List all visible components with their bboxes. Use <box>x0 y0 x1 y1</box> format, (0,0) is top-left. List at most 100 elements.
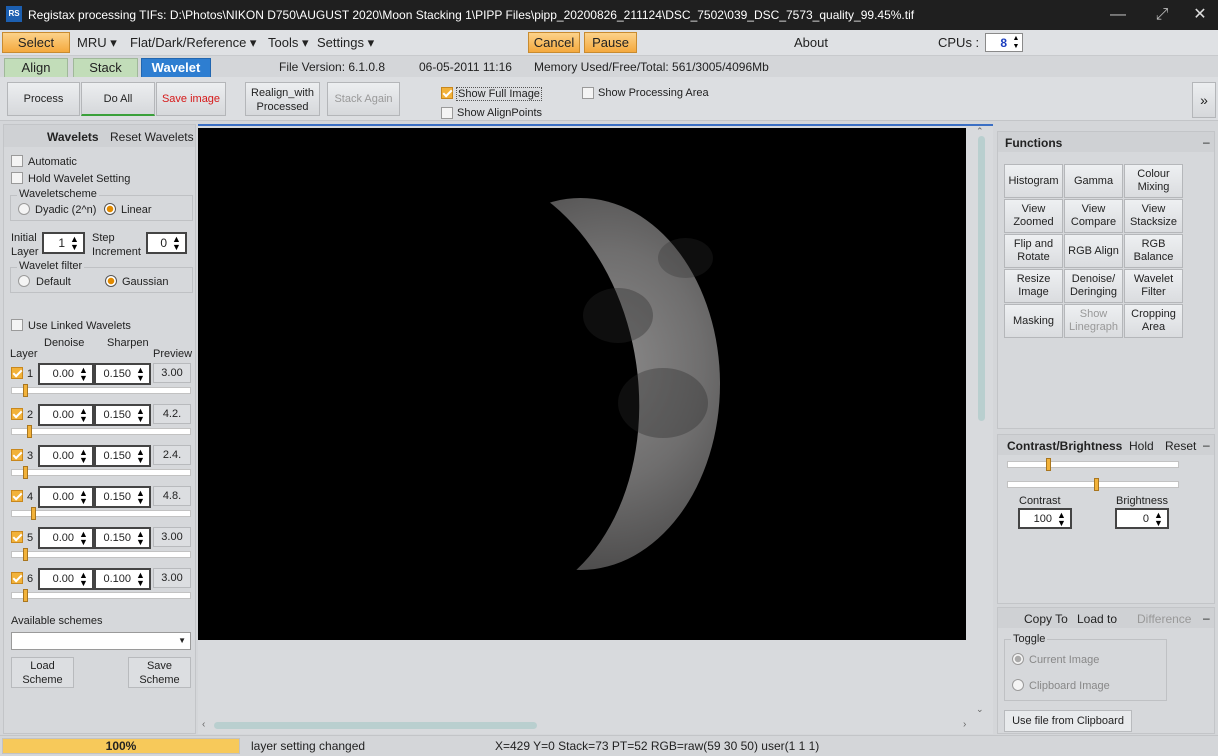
layer-slider[interactable] <box>11 548 191 561</box>
spin-arrows-icon[interactable]: ▲ ▼ <box>133 366 148 383</box>
layer-enable-checkbox[interactable] <box>11 531 23 546</box>
automatic-checkbox[interactable] <box>11 155 23 170</box>
slider-thumb[interactable] <box>23 589 28 602</box>
load-to-button[interactable]: Load to <box>1077 612 1117 626</box>
scroll-up-icon[interactable]: ⌃ <box>976 126 984 137</box>
save-scheme-button[interactable]: Save Scheme <box>128 657 191 688</box>
checkbox-checked-icon[interactable] <box>11 367 23 379</box>
sharpen-spinner[interactable]: 0.150 ▲ ▼ <box>94 527 151 549</box>
denoise-spinner[interactable]: 0.00 ▲ ▼ <box>38 404 94 426</box>
load-scheme-button[interactable]: Load Scheme <box>11 657 74 688</box>
spin-arrows-icon[interactable]: ▲ ▼ <box>1054 511 1069 528</box>
radio-selected-icon[interactable] <box>105 275 117 287</box>
cpus-spinner[interactable]: 8 ▲ ▼ <box>985 33 1023 52</box>
brightness-slider[interactable] <box>1007 478 1179 491</box>
denoise-spinner[interactable]: 0.00 ▲ ▼ <box>38 363 94 385</box>
checkbox-icon[interactable] <box>441 107 453 119</box>
gaussian-radio[interactable] <box>105 275 117 290</box>
menu-about[interactable]: About <box>794 35 828 50</box>
function-resize-image-button[interactable]: Resize Image <box>1004 269 1063 303</box>
spin-arrows-icon[interactable]: ▲ ▼ <box>133 407 148 424</box>
denoise-spinner[interactable]: 0.00 ▲ ▼ <box>38 486 94 508</box>
checkbox-icon[interactable] <box>11 172 23 184</box>
slider-thumb[interactable] <box>1094 478 1099 491</box>
denoise-spinner[interactable]: 0.00 ▲ ▼ <box>38 445 94 467</box>
use-file-from-clipboard-button[interactable]: Use file from Clipboard <box>1004 710 1132 732</box>
function-view-zoomed-button[interactable]: View Zoomed <box>1004 199 1063 233</box>
layer-enable-checkbox[interactable] <box>11 490 23 505</box>
radio-selected-icon[interactable] <box>1012 653 1024 665</box>
sharpen-spinner[interactable]: 0.150 ▲ ▼ <box>94 445 151 467</box>
dropdown-arrow-icon[interactable]: ▼ <box>178 636 186 645</box>
function-histogram-button[interactable]: Histogram <box>1004 164 1063 198</box>
radio-icon[interactable] <box>1012 679 1024 691</box>
collapse-icon[interactable]: – <box>1203 438 1210 452</box>
vertical-scrollbar[interactable] <box>978 136 985 421</box>
minimize-button[interactable]: — <box>1098 0 1138 30</box>
spin-arrows-icon[interactable]: ▲ ▼ <box>169 235 184 252</box>
moon-image[interactable] <box>198 128 966 640</box>
function-rgb-balance-button[interactable]: RGB Balance <box>1124 234 1183 268</box>
expand-panel-button[interactable]: » <box>1192 82 1216 118</box>
scroll-left-icon[interactable]: ‹ <box>202 719 205 730</box>
maximize-button[interactable]: ⤢ <box>1142 0 1182 30</box>
slider-thumb[interactable] <box>31 507 36 520</box>
wavelets-title[interactable]: Wavelets <box>47 130 99 144</box>
spin-arrows-icon[interactable]: ▲ ▼ <box>67 235 82 252</box>
radio-icon[interactable] <box>18 275 30 287</box>
show-processing-area-checkbox[interactable] <box>582 87 594 102</box>
function-rgb-align-button[interactable]: RGB Align <box>1064 234 1123 268</box>
checkbox-checked-icon[interactable] <box>441 87 453 99</box>
layer-enable-checkbox[interactable] <box>11 408 23 423</box>
spin-arrows-icon[interactable]: ▲ ▼ <box>1011 35 1021 51</box>
layer-slider[interactable] <box>11 466 191 479</box>
checkbox-checked-icon[interactable] <box>11 531 23 543</box>
horizontal-scrollbar[interactable] <box>214 722 537 729</box>
denoise-spinner[interactable]: 0.00 ▲ ▼ <box>38 568 94 590</box>
checkbox-checked-icon[interactable] <box>11 572 23 584</box>
difference-button[interactable]: Difference <box>1137 612 1191 626</box>
menu-settings[interactable]: Settings ▾ <box>317 35 374 51</box>
layer-enable-checkbox[interactable] <box>11 572 23 587</box>
spin-arrows-icon[interactable]: ▲ ▼ <box>76 366 91 383</box>
layer-enable-checkbox[interactable] <box>11 449 23 464</box>
menu-tools[interactable]: Tools ▾ <box>268 35 309 51</box>
slider-thumb[interactable] <box>27 425 32 438</box>
function-flip-and-rotate-button[interactable]: Flip and Rotate <box>1004 234 1063 268</box>
function-gamma-button[interactable]: Gamma <box>1064 164 1123 198</box>
checkbox-checked-icon[interactable] <box>11 408 23 420</box>
radio-selected-icon[interactable] <box>104 203 116 215</box>
menu-mru[interactable]: MRU ▾ <box>77 35 117 51</box>
initial-layer-spinner[interactable]: 1 ▲ ▼ <box>42 232 85 254</box>
brightness-spinner[interactable]: 0 ▲ ▼ <box>1115 508 1169 529</box>
sharpen-spinner[interactable]: 0.100 ▲ ▼ <box>94 568 151 590</box>
tab-stack[interactable]: Stack <box>73 58 138 77</box>
slider-thumb[interactable] <box>23 548 28 561</box>
scroll-down-icon[interactable]: ⌄ <box>976 704 984 715</box>
clipboard-image-radio[interactable] <box>1012 679 1024 694</box>
step-increment-spinner[interactable]: 0 ▲ ▼ <box>146 232 187 254</box>
spin-arrows-icon[interactable]: ▲ ▼ <box>76 571 91 588</box>
spin-arrows-icon[interactable]: ▲ ▼ <box>133 530 148 547</box>
do-all-button[interactable]: Do All <box>81 82 155 116</box>
slider-thumb[interactable] <box>23 384 28 397</box>
layer-preview-button[interactable]: 2.4. <box>153 445 191 465</box>
hold-wavelet-checkbox[interactable] <box>11 172 23 187</box>
spin-arrows-icon[interactable]: ▲ ▼ <box>76 489 91 506</box>
available-schemes-dropdown[interactable]: ▼ <box>11 632 191 650</box>
spin-arrows-icon[interactable]: ▲ ▼ <box>1151 511 1166 528</box>
checkbox-icon[interactable] <box>11 319 23 331</box>
checkbox-checked-icon[interactable] <box>11 449 23 461</box>
collapse-icon[interactable]: – <box>1203 611 1210 625</box>
use-linked-checkbox[interactable] <box>11 319 23 334</box>
save-image-button[interactable]: Save image <box>156 82 226 116</box>
cancel-button[interactable]: Cancel <box>528 32 580 53</box>
layer-slider[interactable] <box>11 425 191 438</box>
spin-arrows-icon[interactable]: ▲ ▼ <box>76 530 91 547</box>
layer-slider[interactable] <box>11 589 191 602</box>
layer-enable-checkbox[interactable] <box>11 367 23 382</box>
default-radio[interactable] <box>18 275 30 290</box>
layer-preview-button[interactable]: 3.00 <box>153 527 191 547</box>
realign-button[interactable]: Realign_with Processed <box>245 82 320 116</box>
pause-button[interactable]: Pause <box>584 32 637 53</box>
